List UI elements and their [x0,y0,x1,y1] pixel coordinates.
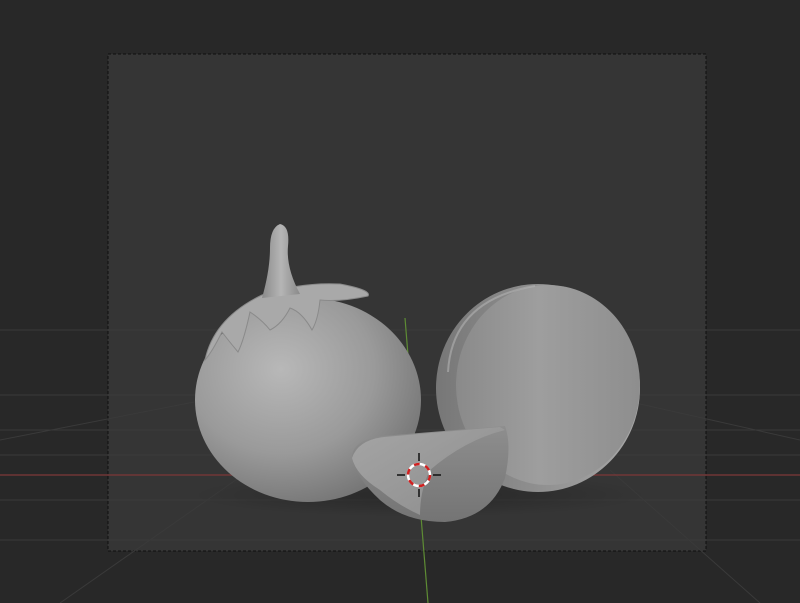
3d-viewport[interactable] [0,0,800,603]
viewport-canvas[interactable] [0,0,800,603]
